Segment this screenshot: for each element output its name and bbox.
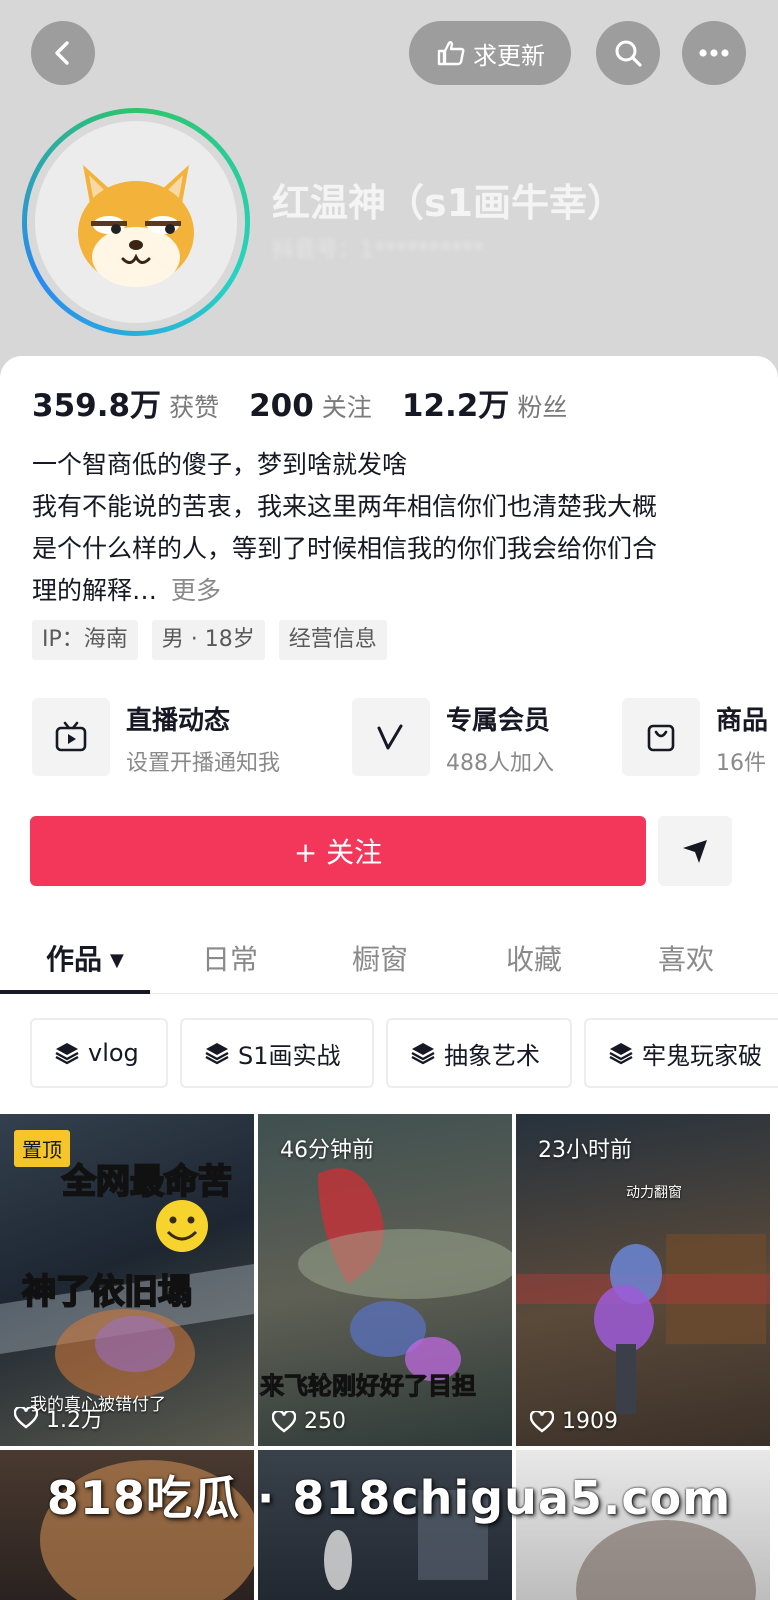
following-label: 关注: [321, 393, 372, 422]
followers-count: 12.2万: [401, 388, 510, 424]
more-options-button[interactable]: [682, 21, 746, 85]
tab-showcase[interactable]: 橱窗: [352, 938, 408, 978]
send-icon: [683, 840, 707, 863]
video-overlay-title-1: 全网最命苦: [61, 1161, 233, 1203]
video-caption: 动力翻窗: [626, 1185, 682, 1201]
heart-icon: [14, 1407, 38, 1429]
video-caption: 来飞轮刚好好了目担: [260, 1372, 477, 1401]
layers-icon: [205, 1043, 229, 1065]
watermark-text: 818吃瓜 · 818chigua5.com: [46, 1471, 732, 1525]
following-stat[interactable]: 200 关注: [249, 388, 372, 424]
content-tabs: 作品 ▼ 日常 橱窗 收藏 喜欢: [0, 922, 778, 994]
follow-button[interactable]: + 关注: [30, 816, 646, 886]
following-count: 200: [249, 388, 314, 424]
avatar: [35, 121, 237, 323]
collection-chip-s1-combat[interactable]: S1画实战: [180, 1018, 374, 1088]
avatar-frame: [27, 113, 245, 331]
video-likes: 250: [272, 1409, 346, 1434]
bio-line-1: 一个智商低的傻子，梦到啥就发啥: [32, 450, 408, 479]
video-likes-count: 1.2万: [46, 1408, 103, 1433]
active-tab-indicator: [0, 990, 150, 994]
video-post-time: 46分钟前: [280, 1138, 374, 1163]
video-thumbnail-pinned[interactable]: 置顶 全网最命苦 神了依旧塌 我的真心被错付了 1.2万: [0, 1114, 254, 1446]
video-likes-count: 250: [304, 1409, 346, 1434]
business-info-tag[interactable]: 经营信息: [278, 620, 387, 660]
collection-chip-vlog[interactable]: vlog: [30, 1018, 168, 1088]
v-icon: [377, 724, 403, 750]
heart-icon: [272, 1410, 296, 1433]
layers-icon: [411, 1043, 435, 1065]
membership-subtitle: 488人加入: [446, 751, 554, 776]
video-thumbnail[interactable]: 46分钟前 来飞轮刚好好了目担 250: [258, 1114, 512, 1446]
shiba-dog-avatar-icon: [78, 165, 194, 287]
request-update-button[interactable]: 求更新: [409, 21, 571, 85]
nickname: 红温神（s1画牛幸）: [272, 181, 626, 225]
avatar-ring[interactable]: [22, 108, 250, 336]
tab-works-label: 作品: [46, 943, 103, 976]
back-arrow-icon: [55, 41, 69, 65]
profile-card: 359.8万 获赞 200 关注 12.2万 粉丝 一个智商低的傻子，梦到啥就发啥 我…: [0, 356, 778, 1600]
likes-stat[interactable]: 359.8万 获赞: [32, 380, 219, 425]
layers-icon: [55, 1043, 79, 1065]
bio-more-link[interactable]: 更多: [171, 576, 221, 605]
followers-label: 粉丝: [517, 393, 568, 422]
douyin-id: 抖音号：1**********: [272, 238, 484, 263]
live-updates-icon-box: [32, 698, 110, 776]
bag-icon: [647, 724, 675, 752]
layers-icon: [609, 1043, 633, 1065]
gender-age-tag: 男 · 18岁: [151, 620, 265, 660]
collection-chip-label: 抽象艺术: [444, 1041, 540, 1070]
bio-line-3: 是个什么样的人，等到了时候相信我的你们我会给你们合: [32, 534, 658, 563]
profile-tags: IP：海南 男 · 18岁 经营信息: [32, 620, 387, 660]
video-post-time: 23小时前: [538, 1138, 632, 1163]
likes-count: 359.8万: [32, 388, 162, 424]
search-icon: [615, 40, 642, 67]
caret-down-icon: ▼: [110, 950, 124, 971]
back-button[interactable]: [31, 21, 95, 85]
heart-icon: [530, 1410, 554, 1433]
collection-chip-label: 牢鬼玩家破: [642, 1041, 762, 1070]
feature-row: 直播动态 设置开播通知我 专属会员 488人加入 商品 16件: [32, 698, 778, 782]
request-update-label: 求更新: [473, 41, 545, 70]
products-subtitle: 16件: [716, 751, 766, 776]
video-likes: 1909: [530, 1409, 618, 1434]
live-updates-title: 直播动态: [126, 706, 231, 736]
collection-chip-label: vlog: [88, 1039, 139, 1067]
video-likes-count: 1909: [562, 1409, 618, 1434]
live-updates-entry[interactable]: 直播动态 设置开播通知我: [32, 698, 280, 782]
tab-likes[interactable]: 喜欢: [658, 938, 714, 978]
membership-entry[interactable]: 专属会员 488人加入: [352, 698, 554, 782]
followers-stat[interactable]: 12.2万 粉丝: [402, 380, 568, 425]
ip-location-tag: IP：海南: [32, 620, 138, 660]
share-button[interactable]: [658, 816, 732, 886]
products-title: 商品: [716, 706, 769, 736]
membership-icon-box: [352, 698, 430, 776]
live-updates-subtitle: 设置开播通知我: [126, 751, 281, 776]
products-icon-box: [622, 698, 700, 776]
stats-row: 359.8万 获赞 200 关注 12.2万 粉丝: [32, 380, 567, 425]
bio-line-4: 理的解释…: [32, 576, 158, 605]
collections-row: vlog S1画实战 抽象艺术 牢鬼玩家破: [30, 1018, 778, 1090]
tab-daily[interactable]: 日常: [202, 938, 258, 978]
video-thumbnail[interactable]: 23小时前 动力翻窗 1909: [516, 1114, 770, 1446]
bio-line-2: 我有不能说的苦衷，我来这里两年相信你们也清楚我大概: [32, 492, 658, 521]
collection-chip-label: S1画实战: [238, 1041, 341, 1070]
video-overlay-title-2: 神了依旧塌: [21, 1271, 193, 1313]
tab-favorites[interactable]: 收藏: [506, 938, 562, 978]
collection-chip-abstract-art[interactable]: 抽象艺术: [386, 1018, 572, 1088]
pointing-hand-icon: [437, 41, 465, 66]
membership-title: 专属会员: [446, 706, 551, 736]
more-dots-icon: [699, 49, 729, 57]
products-entry[interactable]: 商品 16件: [622, 698, 768, 782]
profile-header: 求更新 红温神（s1画牛幸） 抖音号：1**********: [0, 0, 778, 380]
tab-works[interactable]: 作品 ▼: [46, 938, 124, 978]
bio: 一个智商低的傻子，梦到啥就发啥 我有不能说的苦衷，我来这里两年相信你们也清楚我大…: [32, 444, 752, 612]
tv-icon: [55, 721, 87, 752]
collection-chip-ghost-players[interactable]: 牢鬼玩家破: [584, 1018, 778, 1088]
video-likes: 1.2万: [14, 1402, 103, 1434]
likes-label: 获赞: [169, 393, 220, 422]
search-button[interactable]: [596, 21, 660, 85]
